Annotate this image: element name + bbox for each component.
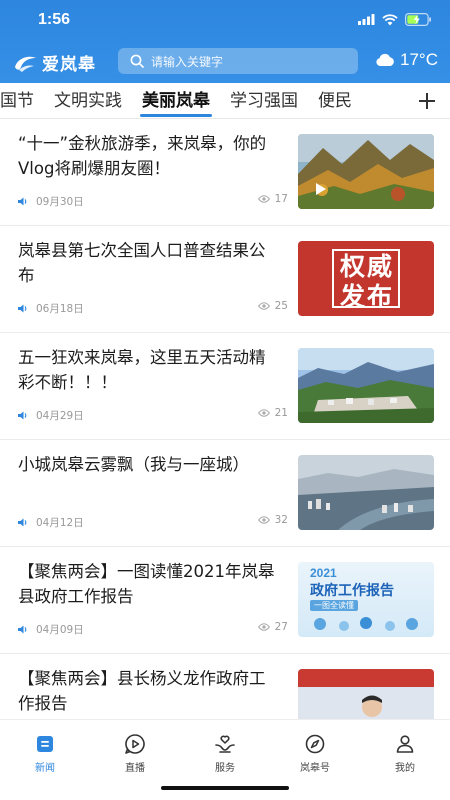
eye-icon [257, 516, 270, 524]
town-valley-image [298, 348, 434, 423]
nav-news[interactable]: 新闻 [15, 732, 75, 774]
status-bar: 1:56 [0, 0, 450, 44]
nav-label: 我的 [395, 763, 415, 774]
speaker-photo-image [298, 669, 434, 719]
news-item[interactable]: 小城岚皋云雾飘（我与一座城） 04月12日 32 [0, 440, 450, 547]
battery-charging-icon [405, 13, 431, 26]
weather-widget[interactable]: 17°C [375, 50, 438, 70]
audio-icon [18, 304, 27, 312]
news-thumbnail[interactable] [298, 455, 434, 530]
news-title: 五一狂欢来岚皋，这里五天活动精彩不断！！！ [18, 348, 266, 392]
logo-swirl-icon [15, 56, 36, 72]
app-logo[interactable]: 爱岚皋 [12, 50, 96, 75]
view-count-value: 17 [274, 193, 288, 205]
audio-icon [18, 197, 27, 205]
nav-label: 直播 [125, 763, 145, 774]
news-title: 【聚焦两会】一图读懂2021年岚皋县政府工作报告 [18, 562, 275, 606]
nav-langao-hao[interactable]: 岚皋号 [285, 732, 345, 774]
news-meta: 04月09日 27 [18, 621, 288, 637]
app-name: 爱岚皋 [42, 55, 96, 75]
nav-label: 岚皋号 [300, 763, 330, 774]
compass-icon [305, 734, 325, 754]
news-item[interactable]: “十一”金秋旅游季，来岚皋，你的Vlog将刷爆朋友圈！ 09月30日 17 [0, 119, 450, 226]
heart-hand-icon [215, 735, 235, 753]
search-icon [130, 54, 144, 68]
news-title: 【聚焦两会】县长杨义龙作政府工作报告 [18, 669, 266, 713]
audio-icon [18, 518, 27, 526]
view-count-value: 21 [274, 407, 288, 419]
tab-bianmin[interactable]: 便民 [308, 83, 362, 118]
status-icons [358, 13, 432, 26]
view-count: 32 [257, 514, 288, 526]
audio-icon [18, 411, 27, 419]
news-item[interactable]: 岚皋县第七次全国人口普查结果公布 06月18日 25 权威 发布 [0, 226, 450, 333]
view-count: 17 [257, 193, 288, 205]
eye-icon [257, 302, 270, 310]
plus-icon [419, 92, 435, 109]
search-placeholder: 请输入关键字 [151, 54, 224, 69]
news-title: 岚皋县第七次全国人口普查结果公布 [18, 241, 266, 285]
news-meta: 04月12日 32 [18, 514, 288, 530]
tab-meili-langao[interactable]: 美丽岚皋 [132, 83, 220, 118]
nav-profile[interactable]: 我的 [375, 732, 435, 774]
news-item[interactable]: 五一狂欢来岚皋，这里五天活动精彩不断！！！ 04月29日 21 [0, 333, 450, 440]
app-header: 1:56 爱岚皋 请输入关键字 17°C [0, 0, 450, 83]
news-title: 小城岚皋云雾飘（我与一座城） [18, 455, 249, 474]
news-meta: 06月18日 25 [18, 300, 288, 316]
view-count-value: 27 [274, 621, 288, 633]
nav-label: 服务 [215, 763, 235, 774]
view-count: 21 [257, 407, 288, 419]
eye-icon [257, 195, 270, 203]
view-count-value: 25 [274, 300, 288, 312]
play-icon [125, 734, 145, 754]
search-input[interactable]: 请输入关键字 [118, 48, 358, 74]
news-list: “十一”金秋旅游季，来岚皋，你的Vlog将刷爆朋友圈！ 09月30日 17 岚皋… [0, 119, 450, 719]
report-deco-icons [314, 617, 418, 631]
news-thumbnail[interactable]: 2021 政府工作报告 一图全读懂 [298, 562, 434, 637]
thumb-year: 2021 [310, 566, 337, 580]
news-date: 09月30日 [36, 195, 84, 208]
thumb-text-fabu: 发布 [339, 282, 394, 311]
news-thumbnail[interactable] [298, 348, 434, 423]
news-icon [37, 736, 53, 752]
channel-tabs: 国节 文明实践 美丽岚皋 学习强国 便民 [0, 83, 450, 119]
audio-icon [18, 625, 27, 633]
wifi-icon [382, 13, 398, 25]
news-item[interactable]: 【聚焦两会】一图读懂2021年岚皋县政府工作报告 04月09日 27 2021 … [0, 547, 450, 654]
add-channel-button[interactable] [384, 83, 450, 118]
tab-strip: 国节 文明实践 美丽岚皋 学习强国 便民 [0, 83, 362, 118]
news-date: 04月29日 [36, 409, 84, 422]
eye-icon [257, 409, 270, 417]
cloud-icon [376, 53, 394, 66]
nav-live[interactable]: 直播 [105, 732, 165, 774]
news-thumbnail[interactable] [298, 669, 434, 719]
eye-icon [257, 623, 270, 631]
autumn-mountain-image [298, 134, 434, 209]
tab-guojie[interactable]: 国节 [0, 83, 44, 118]
thumb-report-title: 政府工作报告 [310, 583, 394, 599]
weather-temperature: 17°C [400, 50, 438, 69]
signal-icon [358, 14, 375, 25]
news-meta: 04月29日 21 [18, 407, 288, 423]
news-date: 06月18日 [36, 302, 84, 315]
news-item[interactable]: 【聚焦两会】县长杨义龙作政府工作报告 [0, 654, 450, 719]
tab-wenming-shijian[interactable]: 文明实践 [44, 83, 132, 118]
status-time: 1:56 [38, 11, 71, 28]
news-thumbnail[interactable]: 权威 发布 [298, 241, 434, 316]
news-thumbnail[interactable] [298, 134, 434, 209]
tab-xuexi-qiangguo[interactable]: 学习强国 [220, 83, 308, 118]
news-title: “十一”金秋旅游季，来岚皋，你的Vlog将刷爆朋友圈！ [18, 134, 267, 178]
news-meta: 09月30日 17 [18, 193, 288, 209]
view-count: 25 [257, 300, 288, 312]
home-indicator[interactable] [161, 786, 289, 790]
news-date: 04月12日 [36, 516, 84, 529]
nav-service[interactable]: 服务 [195, 732, 255, 774]
nav-label: 新闻 [35, 763, 55, 774]
news-date: 04月09日 [36, 623, 84, 636]
view-count-value: 32 [274, 514, 288, 526]
view-count: 27 [257, 621, 288, 633]
person-icon [396, 735, 414, 753]
misty-city-image [298, 455, 434, 530]
